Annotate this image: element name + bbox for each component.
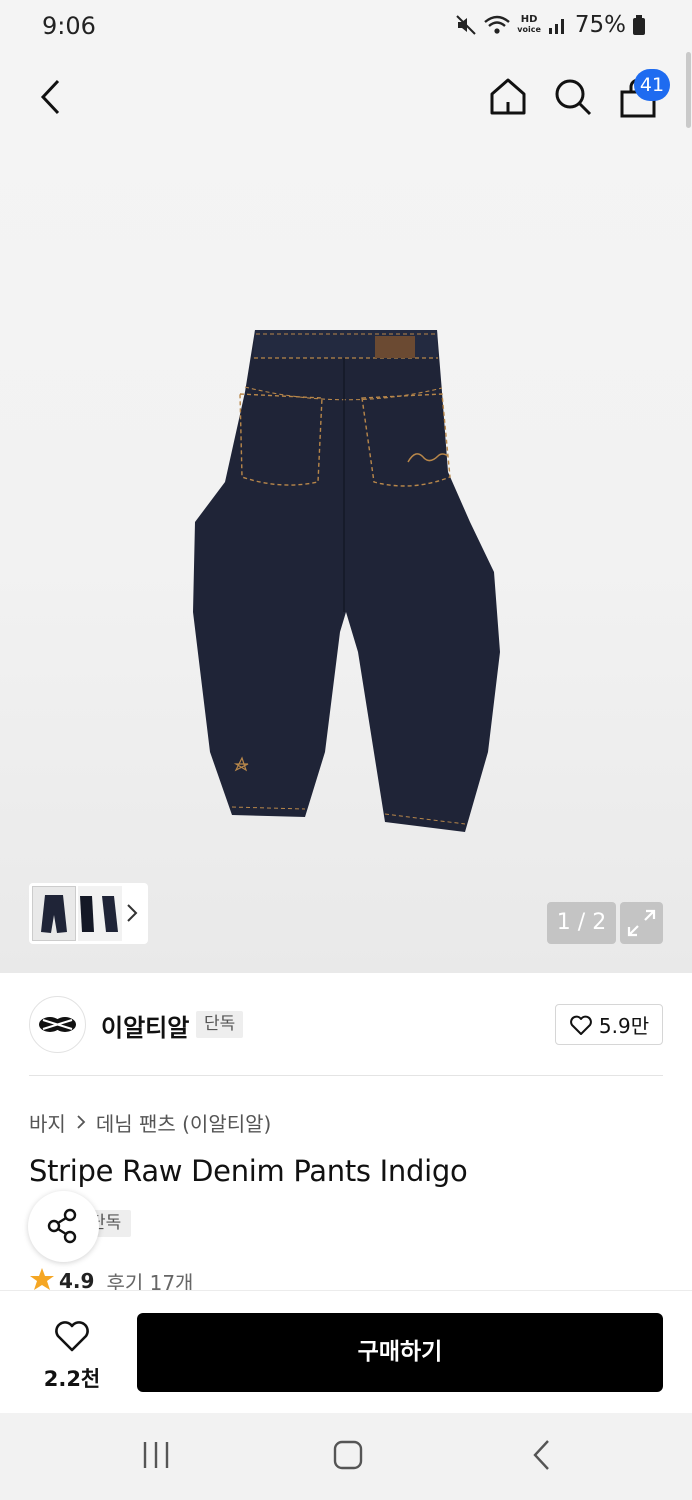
battery-icon (632, 14, 646, 36)
home-button[interactable] (488, 76, 528, 120)
share-button[interactable] (28, 1191, 99, 1262)
hd-voice-icon: HD voice (517, 14, 541, 35)
expand-button[interactable] (620, 902, 663, 944)
search-icon (555, 79, 592, 116)
mute-icon (455, 14, 477, 36)
wishlist-count: 2.2천 (43, 1367, 101, 1391)
product-image-gallery[interactable]: 1 / 2 (0, 52, 692, 973)
brand-logo-icon (39, 1017, 76, 1032)
back-button[interactable] (38, 78, 64, 120)
breadcrumb-category[interactable]: 바지 (29, 1108, 66, 1137)
breadcrumb: 바지 데님 팬츠 (이알티알) (29, 1108, 271, 1137)
brand-like-button[interactable]: 5.9만 (555, 1004, 663, 1045)
status-icons: HD voice 75% (455, 12, 646, 38)
buy-button[interactable]: 구매하기 (137, 1313, 663, 1392)
status-bar: 9:06 HD voice 75% (0, 0, 692, 52)
pants-back-thumbnail[interactable] (32, 886, 76, 941)
pants-side-thumbnail[interactable] (78, 886, 122, 941)
heart-icon (55, 1321, 89, 1352)
back-icon (40, 79, 60, 115)
expand-icon (627, 909, 656, 937)
home-button-icon[interactable] (333, 1440, 363, 1474)
page-indicator: 1 / 2 (547, 902, 616, 944)
brand-logo[interactable] (29, 996, 86, 1053)
product-title: Stripe Raw Denim Pants Indigo (29, 1154, 468, 1188)
chevron-right-icon (76, 1111, 86, 1135)
share-icon (47, 1208, 77, 1244)
recent-apps-icon[interactable] (141, 1440, 171, 1474)
breadcrumb-subcategory[interactable]: 데님 팬츠 (이알티알) (96, 1108, 272, 1137)
status-time: 9:06 (42, 12, 96, 40)
chevron-right-icon[interactable] (125, 901, 139, 929)
search-button[interactable] (553, 77, 593, 121)
brand-like-count: 5.9만 (598, 1014, 650, 1038)
wifi-icon (483, 14, 511, 36)
thumbnail-strip[interactable] (29, 883, 148, 944)
system-navigation-bar (0, 1413, 692, 1500)
home-icon (490, 78, 526, 115)
battery-percent: 75% (574, 12, 626, 38)
brand-exclusive-badge: 단독 (196, 1011, 244, 1038)
heart-icon (570, 1015, 592, 1035)
product-image (193, 330, 500, 832)
bottom-action-bar: 2.2천 구매하기 (0, 1290, 692, 1413)
brand-name[interactable]: 이알티알 (101, 1008, 189, 1043)
divider (29, 1075, 663, 1076)
cart-count-badge: 41 (634, 69, 670, 101)
back-button-icon[interactable] (532, 1439, 552, 1475)
signal-icon (547, 14, 569, 36)
wishlist-button[interactable]: 2.2천 (30, 1319, 114, 1393)
